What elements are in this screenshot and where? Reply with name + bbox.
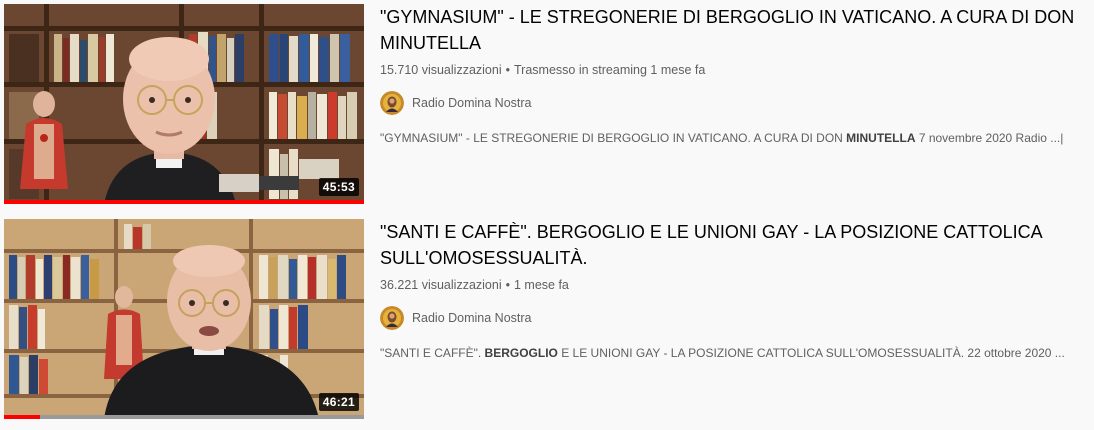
publish-age: 1 mese fa [650,63,706,77]
video-metadata: 15.710 visualizzazioni • Trasmesso in stre… [380,62,1080,78]
video-title[interactable]: "GYMNASIUM" - LE STREGONERIE DI BERGOGLI… [380,4,1080,56]
channel-avatar[interactable] [380,306,404,330]
watch-progress-bar [4,200,364,204]
video-info: "GYMNASIUM" - LE STREGONERIE DI BERGOGLI… [380,4,1080,146]
video-thumbnail[interactable]: 46:21 [4,219,364,419]
thumbnail-image [4,4,364,204]
publish-age: 1 mese fa [514,278,569,292]
video-title[interactable]: "SANTI E CAFFÈ". BERGOGLIO E LE UNIONI G… [380,219,1080,271]
watch-progress-bar [4,415,364,419]
channel-avatar[interactable] [380,91,404,115]
stream-label: Trasmesso in streaming [514,63,647,77]
video-description: "SANTI E CAFFÈ". BERGOGLIO E LE UNIONI G… [380,345,1080,361]
watch-progress-fill [4,200,364,204]
description-text: "GYMNASIUM" - LE STREGONERIE DI BERGOGLI… [380,131,847,145]
description-highlight: MINUTELLA [846,131,916,145]
video-metadata: 36.221 visualizzazioni • 1 mese fa [380,277,1080,293]
channel-name[interactable]: Radio Domina Nostra [412,96,532,110]
description-text: E LE UNIONI GAY - LA POSIZIONE CATTOLICA… [557,346,1065,360]
duration-badge: 45:53 [318,178,359,196]
description-highlight: BERGOGLIO [484,346,558,360]
video-thumbnail[interactable]: 45:53 [4,4,364,204]
view-count: 36.221 visualizzazioni [380,278,502,292]
video-description: "GYMNASIUM" - LE STREGONERIE DI BERGOGLI… [380,130,1080,146]
channel-row[interactable]: Radio Domina Nostra [380,305,1080,331]
watch-progress-fill [4,415,40,419]
video-info: "SANTI E CAFFÈ". BERGOGLIO E LE UNIONI G… [380,219,1080,361]
meta-separator: • [505,278,510,292]
channel-row[interactable]: Radio Domina Nostra [380,90,1080,116]
description-text: 7 novembre 2020 Radio ...| [915,131,1064,145]
meta-separator: • [505,63,510,77]
video-result-2[interactable]: 46:21 "SANTI E CAFFÈ". BERGOGLIO E LE UN… [4,219,1090,421]
description-text: "SANTI E CAFFÈ". [380,346,485,360]
thumbnail-image [4,219,364,419]
view-count: 15.710 visualizzazioni [380,63,502,77]
channel-name[interactable]: Radio Domina Nostra [412,311,532,325]
duration-badge: 46:21 [318,393,359,411]
video-result-1[interactable]: 45:53 "GYMNASIUM" - LE STREGONERIE DI BE… [4,4,1090,206]
